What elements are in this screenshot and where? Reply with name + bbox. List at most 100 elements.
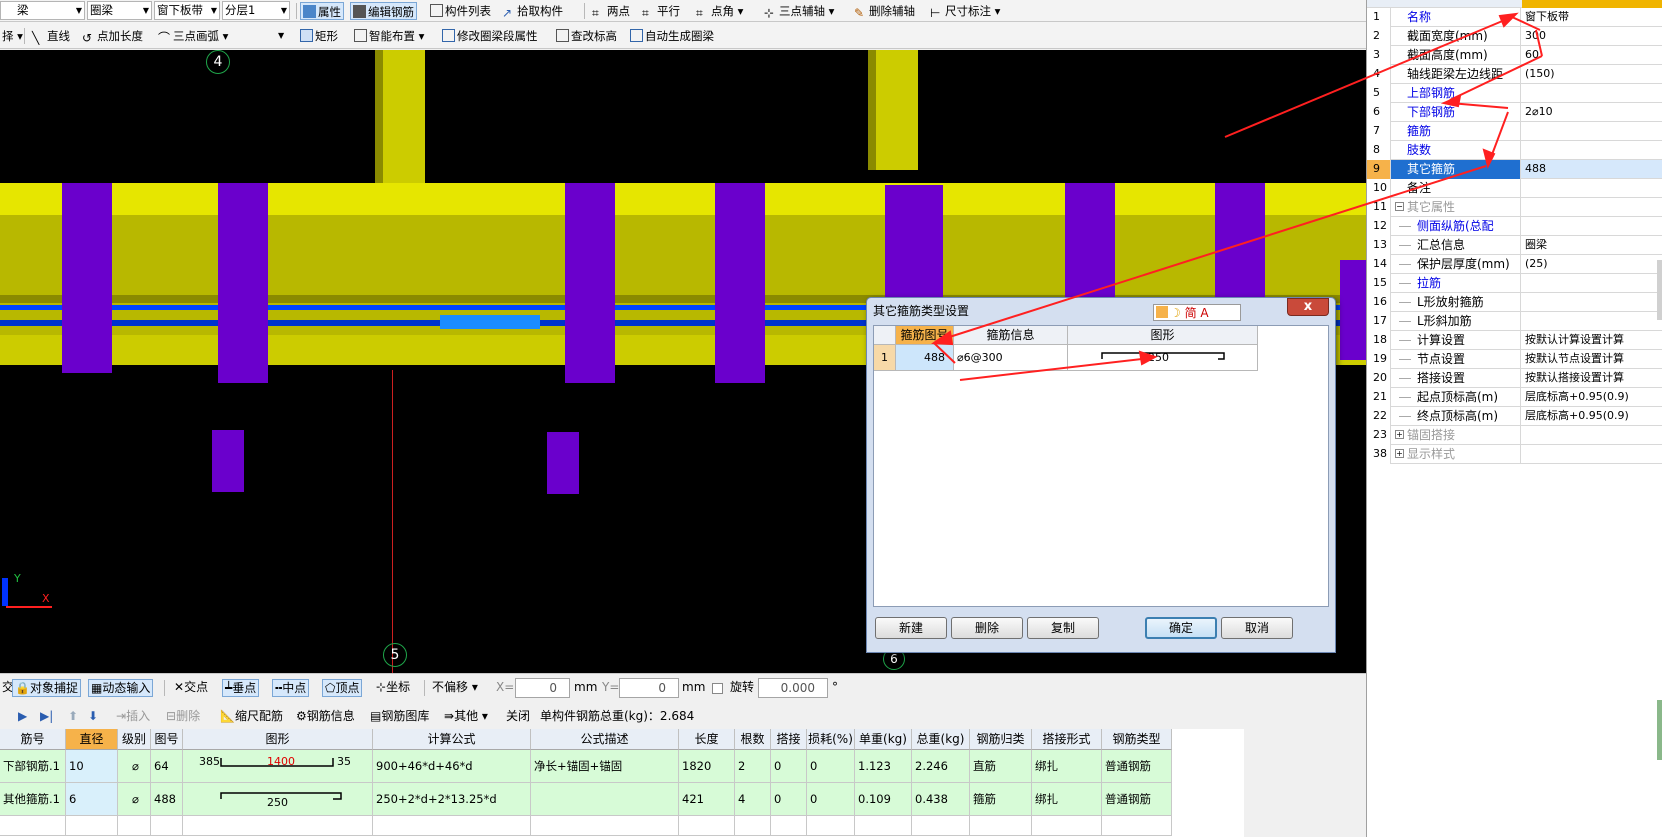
- property-row[interactable]: 1 名称 窗下板带: [1367, 8, 1662, 27]
- property-row[interactable]: 6 下部钢筋 2⌀10: [1367, 103, 1662, 122]
- property-value[interactable]: [1522, 426, 1662, 445]
- property-row[interactable]: 15 拉筋: [1367, 274, 1662, 293]
- expand-icon[interactable]: +: [1395, 430, 1404, 439]
- three-point-arc-button[interactable]: ⌒ 三点画弧 ▾: [156, 27, 230, 45]
- property-row[interactable]: 22 终点顶标高(m) 层底标高+0.95(0.9): [1367, 407, 1662, 426]
- property-row[interactable]: 3 截面高度(mm) 60: [1367, 46, 1662, 65]
- table-cell[interactable]: 0: [807, 750, 855, 783]
- property-value[interactable]: 按默认节点设置计算: [1522, 350, 1662, 369]
- panel-scrollbar[interactable]: [1657, 700, 1662, 760]
- point-length-button[interactable]: ↺ 点加长度: [80, 27, 145, 45]
- column-header[interactable]: 计算公式: [373, 729, 531, 750]
- table-cell[interactable]: [531, 783, 679, 816]
- rebar-shape-cell[interactable]: 250: [183, 783, 373, 816]
- column-header[interactable]: 钢筋类型: [1102, 729, 1172, 750]
- column-header[interactable]: 搭接形式: [1032, 729, 1102, 750]
- midpoint-toggle[interactable]: ╍中点: [272, 679, 310, 697]
- table-cell[interactable]: 6: [66, 783, 118, 816]
- scale-rebar-button[interactable]: 📐缩尺配筋: [220, 707, 283, 725]
- table-cell[interactable]: 250+2*d+2*13.25*d: [373, 783, 531, 816]
- property-value[interactable]: [1522, 141, 1662, 160]
- object-snap-toggle[interactable]: 🔒对象捕捉: [12, 679, 81, 697]
- x-coord-input[interactable]: 0: [515, 678, 570, 698]
- table-cell[interactable]: 直筋: [970, 750, 1032, 783]
- column-header[interactable]: 损耗(%): [807, 729, 855, 750]
- table-cell[interactable]: 0: [807, 783, 855, 816]
- rebar-shape-cell[interactable]: 385 1400 35: [183, 750, 373, 783]
- property-row[interactable]: 11− 其它属性: [1367, 198, 1662, 217]
- empty-table-cell[interactable]: [151, 816, 183, 836]
- table-cell[interactable]: 64: [151, 750, 183, 783]
- rectangle-button[interactable]: 矩形: [298, 27, 340, 45]
- table-cell[interactable]: 绑扎: [1032, 750, 1102, 783]
- empty-table-cell[interactable]: [1032, 816, 1102, 836]
- coordinate-toggle[interactable]: ⊹坐标: [374, 679, 412, 697]
- property-value[interactable]: (25): [1522, 255, 1662, 274]
- property-row[interactable]: 12 侧面纵筋(总配: [1367, 217, 1662, 236]
- delete-axis-button[interactable]: ✎ 删除辅轴: [852, 2, 917, 20]
- edit-rebar-button[interactable]: 编辑钢筋: [350, 2, 417, 20]
- column-header[interactable]: 单重(kg): [855, 729, 912, 750]
- property-row[interactable]: 21 起点顶标高(m) 层底标高+0.95(0.9): [1367, 388, 1662, 407]
- perpendicular-toggle[interactable]: ┷垂点: [222, 679, 260, 697]
- pick-member-button[interactable]: ↗ 拾取构件: [500, 2, 565, 20]
- empty-table-cell[interactable]: [970, 816, 1032, 836]
- property-row[interactable]: 38 + 显示样式: [1367, 445, 1662, 464]
- property-value[interactable]: 层底标高+0.95(0.9): [1522, 388, 1662, 407]
- property-value[interactable]: [1522, 293, 1662, 312]
- property-value[interactable]: [1522, 179, 1662, 198]
- property-row[interactable]: 13 汇总信息 圈梁: [1367, 236, 1662, 255]
- member-type-select[interactable]: 梁 ▼: [0, 1, 85, 20]
- property-value[interactable]: [1522, 198, 1662, 217]
- other-menu-button[interactable]: ⇛其他 ▾: [444, 707, 488, 725]
- member-kind-select[interactable]: 圈梁 ▼: [87, 1, 152, 20]
- table-cell[interactable]: 0.109: [855, 783, 912, 816]
- empty-table-cell[interactable]: [373, 816, 531, 836]
- property-value[interactable]: 窗下板带: [1522, 8, 1662, 27]
- close-table-button[interactable]: 关闭: [506, 707, 530, 725]
- property-value[interactable]: 60: [1522, 46, 1662, 65]
- property-row[interactable]: 2 截面宽度(mm) 300: [1367, 27, 1662, 46]
- modify-segment-button[interactable]: 修改圈梁段属性: [440, 27, 540, 45]
- property-value[interactable]: 按默认计算设置计算: [1522, 331, 1662, 350]
- insert-button[interactable]: ⇥插入: [116, 707, 150, 725]
- collapse-icon[interactable]: −: [1395, 202, 1404, 211]
- delete-row-button[interactable]: ⊟删除: [166, 707, 200, 725]
- column-header[interactable]: 长度(mm): [679, 729, 735, 766]
- stirrup-figure-cell[interactable]: 488: [896, 345, 954, 371]
- property-scrollbar[interactable]: [1657, 260, 1662, 320]
- property-value[interactable]: [1522, 122, 1662, 141]
- empty-table-cell[interactable]: [1102, 816, 1172, 836]
- property-value[interactable]: (150): [1522, 65, 1662, 84]
- two-points-button[interactable]: ⌗ 两点: [590, 2, 632, 20]
- column-header[interactable]: 图号: [151, 729, 183, 750]
- empty-table-cell[interactable]: [735, 816, 771, 836]
- dynamic-input-toggle[interactable]: ▦动态输入: [88, 679, 154, 697]
- column-header[interactable]: 筋号: [0, 729, 66, 750]
- stirrup-info-cell[interactable]: ⌀6@300: [954, 345, 1068, 371]
- table-cell[interactable]: 绑扎: [1032, 783, 1102, 816]
- rotate-input[interactable]: 0.000: [758, 678, 828, 698]
- rebar-library-button[interactable]: ▤钢筋图库: [370, 707, 429, 725]
- property-value[interactable]: [1522, 312, 1662, 331]
- property-row[interactable]: 19 节点设置 按默认节点设置计算: [1367, 350, 1662, 369]
- column-header[interactable]: 级别: [118, 729, 151, 750]
- point-angle-button[interactable]: ⌗ 点角 ▾: [694, 2, 745, 20]
- column-header[interactable]: 直径(mm): [66, 729, 118, 766]
- last-icon[interactable]: ▶|: [40, 707, 53, 725]
- table-cell[interactable]: 2.246: [912, 750, 970, 783]
- property-value[interactable]: 按默认搭接设置计算: [1522, 369, 1662, 388]
- property-value[interactable]: 300: [1522, 27, 1662, 46]
- ime-toolbar[interactable]: ☽ 简 A: [1153, 304, 1241, 321]
- empty-table-cell[interactable]: [771, 816, 807, 836]
- offset-select[interactable]: 不偏移 ▾: [430, 679, 480, 697]
- empty-table-cell[interactable]: [0, 816, 66, 836]
- table-cell[interactable]: 1820: [679, 750, 735, 783]
- column-header[interactable]: 总重(kg): [912, 729, 970, 750]
- empty-table-cell[interactable]: [855, 816, 912, 836]
- property-value[interactable]: 圈梁: [1522, 236, 1662, 255]
- column-header[interactable]: 钢筋归类: [970, 729, 1032, 750]
- property-value[interactable]: [1522, 84, 1662, 103]
- property-value[interactable]: [1522, 217, 1662, 236]
- table-cell[interactable]: 箍筋: [970, 783, 1032, 816]
